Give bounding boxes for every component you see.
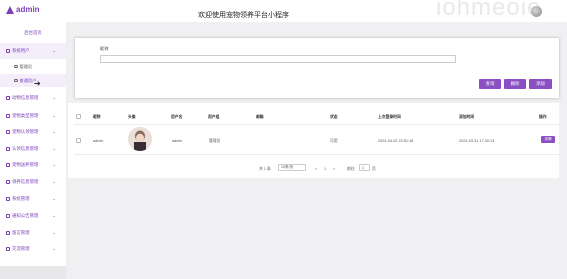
sidebar-subitem-users[interactable]: 普通用户 — [0, 74, 66, 87]
menu-icon — [14, 78, 18, 83]
table-header: 头像 — [128, 115, 136, 119]
select-all-checkbox[interactable] — [76, 114, 81, 119]
sidebar-item-pet-type[interactable]: 宠物类型管理 ⌄ — [0, 108, 66, 124]
goto-page-input[interactable]: 1 — [359, 164, 370, 171]
sidebar-item-home[interactable]: 后台首页 — [0, 25, 66, 41]
menu-icon — [6, 147, 10, 151]
sidebar-item-notice[interactable]: 通知公告管理 ⌄ — [0, 208, 66, 224]
cell-status: 可用 — [330, 139, 338, 143]
chevron-down-icon: ⌄ — [52, 48, 56, 53]
search-label: 昵称 — [100, 46, 109, 51]
detail-button[interactable]: 详情 — [541, 136, 555, 143]
pagination-total: 共 1 条 — [259, 167, 271, 171]
menu-icon — [14, 64, 18, 69]
chevron-down-icon: ⌄ — [52, 246, 56, 251]
sidebar-item-label: 宠物类型管理 — [12, 113, 39, 118]
search-panel: 昵称 查询 删除 添加 — [75, 38, 559, 98]
menu-icon — [6, 247, 10, 251]
sidebar-item-system[interactable]: 系统管理 ⌄ — [0, 191, 66, 207]
sidebar: 后台首页 系统用户 ⌄ 管理员 普通用户 动物信息管理 ⌄ 宠物类型管理 ⌄ 宠… — [0, 22, 67, 279]
sidebar-item-label: 认领信息管理 — [12, 146, 39, 151]
row-checkbox[interactable] — [76, 138, 81, 143]
cell-username: admin — [172, 139, 183, 143]
table-header: 添加时间 — [459, 115, 475, 119]
sidebar-footer — [0, 266, 66, 279]
logo-icon — [6, 5, 14, 14]
menu-icon — [6, 49, 10, 53]
sidebar-item-label: 交流管理 — [12, 246, 30, 251]
sidebar-item-label: 宠物送养管理 — [12, 162, 39, 167]
sidebar-subitem-admin[interactable]: 管理员 — [0, 60, 66, 73]
watermark: iohmeoie — [436, 0, 542, 21]
logo-text: admin — [16, 5, 40, 14]
table-header: 操作 — [539, 115, 547, 119]
goto-label: 前往 — [347, 167, 355, 171]
page-unit-label: 页 — [372, 167, 376, 171]
table-header: 用户名 — [171, 115, 183, 119]
chevron-down-icon: ⌄ — [52, 162, 56, 167]
menu-icon — [6, 214, 10, 218]
sidebar-item-label: 领养信息管理 — [12, 179, 39, 184]
chevron-down-icon: ⌄ — [52, 146, 56, 151]
delete-button[interactable]: 删除 — [504, 79, 526, 89]
add-button[interactable]: 添加 — [529, 79, 552, 89]
table-header: 用户组 — [208, 115, 220, 119]
chevron-down-icon: ⌄ — [52, 179, 56, 184]
logo[interactable]: admin — [6, 5, 40, 14]
mouse-cursor-icon: ➔ — [34, 79, 41, 88]
chevron-down-icon: ⌄ — [52, 95, 56, 100]
table-header: 状态 — [330, 115, 338, 119]
cell-nickname: admin — [93, 139, 104, 143]
prev-page-button[interactable]: < — [315, 167, 317, 171]
sidebar-item-adoption-info[interactable]: 领养信息管理 ⌄ — [0, 174, 66, 190]
sidebar-item-exchange[interactable]: 交流管理 ⌄ — [0, 241, 66, 257]
cell-created: 2024-03-31 17:30:13 — [459, 139, 495, 143]
sidebar-subitem-label: 管理员 — [19, 63, 33, 69]
menu-icon — [6, 130, 10, 134]
chevron-down-icon: ⌄ — [52, 230, 56, 235]
current-page[interactable]: 1 — [324, 167, 326, 171]
top-bar: admin iohmeoie 欢迎使用宠物领养平台小程序 — [0, 0, 567, 22]
query-button[interactable]: 查询 — [479, 79, 501, 89]
page-size-select[interactable]: 10条/页 — [278, 164, 306, 171]
sidebar-item-label: 系统用户 — [12, 48, 30, 53]
chevron-down-icon: ⌄ — [52, 113, 56, 118]
sidebar-item-label: 动物信息管理 — [12, 95, 39, 100]
next-page-button[interactable]: > — [333, 167, 335, 171]
menu-icon — [6, 231, 10, 235]
menu-icon — [6, 180, 10, 184]
sidebar-item-label: 宠物认领管理 — [12, 129, 39, 134]
sidebar-item-pet-claim[interactable]: 宠物认领管理 ⌄ — [0, 124, 66, 140]
nickname-search-input[interactable] — [100, 55, 456, 63]
user-avatar[interactable] — [531, 6, 542, 17]
avatar — [128, 127, 152, 151]
chevron-down-icon: ⌄ — [52, 213, 56, 218]
sidebar-item-animal-info[interactable]: 动物信息管理 ⌄ — [0, 90, 66, 106]
sidebar-item-claim-info[interactable]: 认领信息管理 ⌄ — [0, 141, 66, 157]
chevron-down-icon: ⌄ — [52, 129, 56, 134]
sidebar-item-pet-rehome[interactable]: 宠物送养管理 ⌄ — [0, 157, 66, 173]
table-header: 上次登录时间 — [378, 115, 401, 119]
cell-last-login: 2024-04-02 22:51:18 — [378, 139, 414, 143]
user-table: 昵称 头像 用户名 用户组 邮箱 状态 上次登录时间 添加时间 操作 admin… — [68, 103, 559, 178]
sidebar-item-label: 后台首页 — [24, 30, 42, 35]
sidebar-item-label: 留言管理 — [12, 230, 30, 235]
sidebar-item-label: 通知公告管理 — [12, 213, 39, 218]
table-header: 昵称 — [93, 115, 101, 119]
sidebar-item-label: 系统管理 — [12, 196, 30, 201]
menu-icon — [6, 163, 10, 167]
row-divider — [74, 154, 559, 155]
cell-group: 管理员 — [209, 139, 221, 143]
sidebar-item-system-users[interactable]: 系统用户 ⌄ — [0, 43, 66, 59]
page-title: 欢迎使用宠物领养平台小程序 — [198, 12, 289, 19]
chevron-down-icon: ⌄ — [52, 196, 56, 201]
table-header: 邮箱 — [256, 115, 264, 119]
menu-icon — [6, 96, 10, 100]
menu-icon — [6, 197, 10, 201]
header-divider — [74, 124, 559, 125]
menu-icon — [6, 114, 10, 118]
sidebar-item-messages[interactable]: 留言管理 ⌄ — [0, 225, 66, 241]
